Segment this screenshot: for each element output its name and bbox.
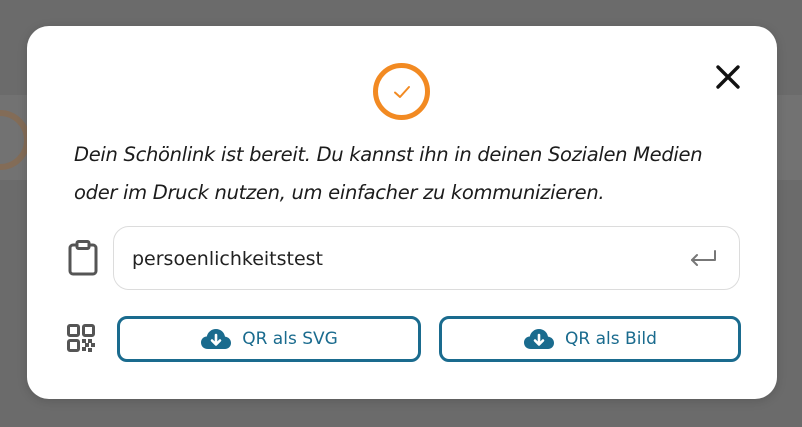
checkmark-icon: [393, 85, 410, 98]
success-message: Dein Schönlink ist bereit. Du kannst ihn…: [74, 143, 703, 204]
cloud-download-icon: [201, 329, 232, 349]
short-link-field[interactable]: [113, 226, 740, 290]
cloud-download-icon: [524, 329, 555, 349]
qr-code-icon: [67, 324, 95, 352]
download-qr-image-button[interactable]: QR als Bild: [439, 316, 741, 362]
download-qr-svg-label: QR als SVG: [242, 329, 338, 349]
close-button[interactable]: [710, 59, 746, 95]
download-qr-image-label: QR als Bild: [565, 329, 657, 349]
checkmark-circle-icon: [373, 63, 430, 120]
close-icon: [716, 65, 740, 89]
download-qr-svg-button[interactable]: QR als SVG: [117, 316, 421, 362]
clipboard-copy-icon[interactable]: [67, 240, 99, 276]
clipboard-icon: [68, 240, 98, 276]
success-dialog: Dein Schönlink ist bereit. Du kannst ihn…: [27, 26, 777, 399]
enter-return-icon[interactable]: [687, 247, 719, 271]
short-link-input[interactable]: [132, 244, 652, 274]
